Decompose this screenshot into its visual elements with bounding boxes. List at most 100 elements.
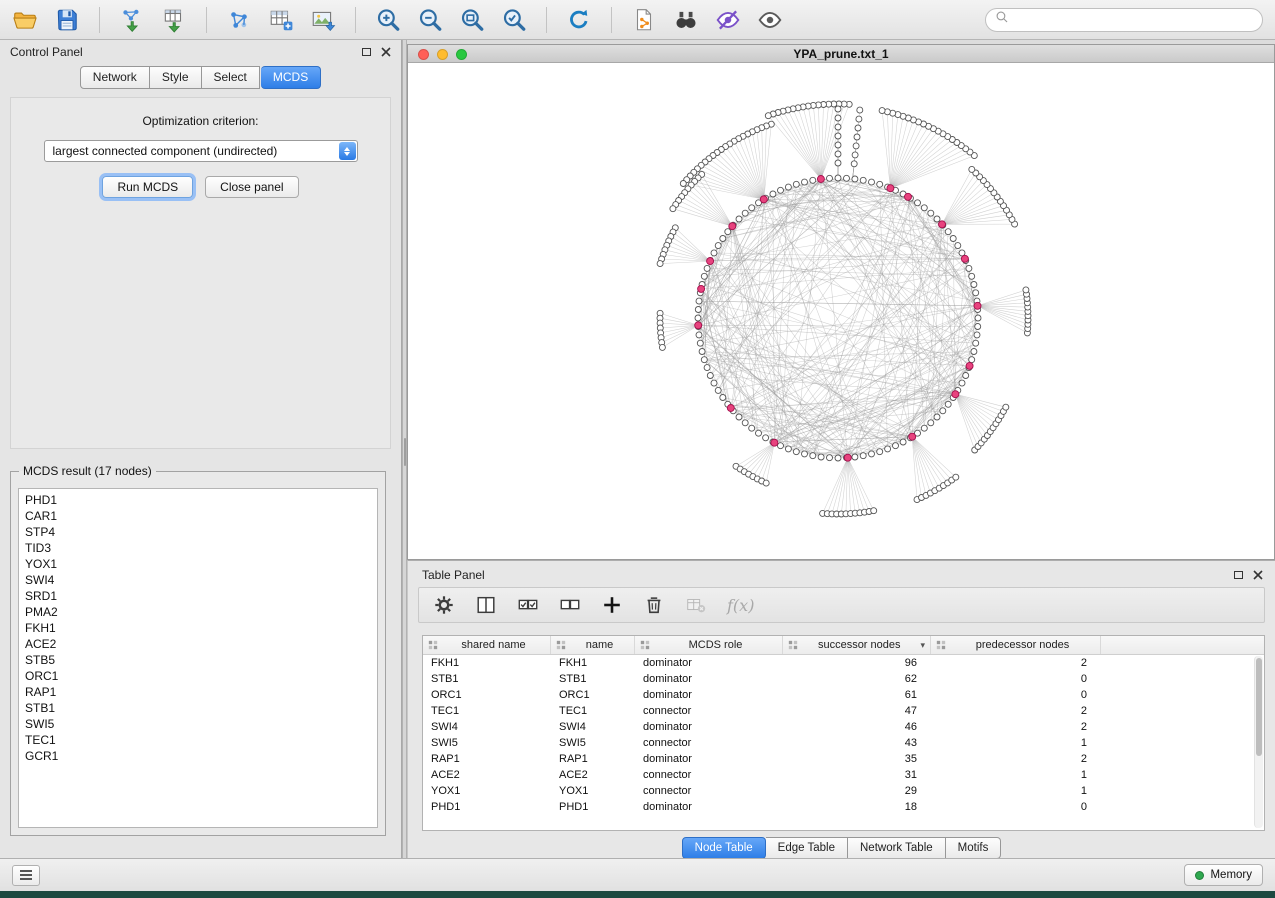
table-row[interactable]: YOX1YOX1connector291 [423, 783, 1264, 799]
table-row[interactable]: STB1STB1dominator620 [423, 671, 1264, 687]
mcds-result-item[interactable]: PHD1 [25, 492, 371, 508]
tab-motifs[interactable]: Motifs [946, 837, 1002, 859]
tab-node-table[interactable]: Node Table [682, 837, 766, 859]
import-table-icon[interactable] [161, 7, 187, 33]
sort-caret-icon: ▾ [920, 640, 925, 651]
tab-mcds[interactable]: MCDS [261, 66, 321, 89]
status-list-button[interactable] [12, 865, 40, 886]
delete-icon[interactable] [643, 594, 665, 616]
zoom-fit-icon[interactable] [459, 7, 485, 33]
mcds-result-item[interactable]: YOX1 [25, 556, 371, 572]
mcds-result-item[interactable]: SWI4 [25, 572, 371, 588]
network-graph[interactable] [408, 63, 1274, 559]
table-row[interactable]: ACE2ACE2connector311 [423, 767, 1264, 783]
close-panel-icon[interactable] [381, 47, 391, 57]
table-row[interactable]: TEC1TEC1connector472 [423, 703, 1264, 719]
mcds-result-item[interactable]: CAR1 [25, 508, 371, 524]
run-mcds-button[interactable]: Run MCDS [102, 176, 193, 198]
minimize-window-icon[interactable] [437, 49, 448, 60]
table-scrollbar[interactable] [1254, 656, 1263, 828]
table-toolbar: f(x) [418, 587, 1265, 623]
scrollbar-handle[interactable] [1256, 658, 1262, 756]
table-clear-icon[interactable] [685, 594, 707, 616]
tab-network[interactable]: Network [80, 66, 150, 89]
deselect-all-icon[interactable] [559, 594, 581, 616]
columns-icon[interactable] [475, 594, 497, 616]
control-panel-tabs: NetworkStyleSelectMCDS [0, 66, 401, 89]
tab-network-table[interactable]: Network Table [848, 837, 946, 859]
select-all-icon[interactable] [517, 594, 539, 616]
mcds-result-item[interactable]: ORC1 [25, 668, 371, 684]
tab-style[interactable]: Style [150, 66, 202, 89]
zoom-out-icon[interactable] [417, 7, 443, 33]
folder-open-icon[interactable] [12, 7, 38, 33]
zoom-in-icon[interactable] [375, 7, 401, 33]
column-header-name[interactable]: name [551, 636, 635, 654]
refresh-icon[interactable] [566, 7, 592, 33]
table-row[interactable]: RAP1RAP1dominator352 [423, 751, 1264, 767]
zoom-selected-icon[interactable] [501, 7, 527, 33]
table-row[interactable]: ORC1ORC1dominator610 [423, 687, 1264, 703]
eye-show-icon[interactable] [757, 7, 783, 33]
optimization-criterion-select[interactable]: largest connected component (undirected) [44, 140, 358, 162]
search-field[interactable] [985, 8, 1263, 32]
float-table-panel-icon[interactable] [1234, 571, 1243, 579]
panel-divider[interactable] [402, 40, 407, 858]
mcds-result-item[interactable]: ACE2 [25, 636, 371, 652]
column-header-successor-nodes[interactable]: successor nodes▾ [783, 636, 931, 654]
save-icon[interactable] [54, 7, 80, 33]
table-export-icon[interactable] [268, 7, 294, 33]
binoculars-icon[interactable] [673, 7, 699, 33]
status-bar: Memory [0, 858, 1275, 891]
tab-edge-table[interactable]: Edge Table [766, 837, 848, 859]
table-cell: ACE2 [551, 769, 635, 781]
network-canvas[interactable] [408, 63, 1274, 559]
mcds-result-item[interactable]: FKH1 [25, 620, 371, 636]
mcds-result-item[interactable]: STP4 [25, 524, 371, 540]
close-table-panel-icon[interactable] [1253, 570, 1263, 580]
mcds-result-item[interactable]: RAP1 [25, 684, 371, 700]
table-row[interactable]: FKH1FKH1dominator962 [423, 655, 1264, 671]
table-row[interactable]: SWI4SWI4dominator462 [423, 719, 1264, 735]
mcds-result-group: MCDS result (17 nodes) PHD1CAR1STP4TID3Y… [10, 464, 386, 836]
add-icon[interactable] [601, 594, 623, 616]
table-cell: SWI4 [551, 721, 635, 733]
table-cell: 43 [783, 737, 931, 749]
column-grid-icon [428, 640, 438, 650]
table-cell: connector [635, 705, 783, 717]
column-header-shared-name[interactable]: shared name [423, 636, 551, 654]
eye-hide-icon[interactable] [715, 7, 741, 33]
table-cell: 0 [931, 673, 1101, 685]
float-panel-icon[interactable] [362, 48, 371, 56]
table-row[interactable]: SWI5SWI5connector431 [423, 735, 1264, 751]
close-window-icon[interactable] [418, 49, 429, 60]
function-builder-icon[interactable]: f(x) [727, 596, 754, 615]
table-row[interactable]: PHD1PHD1dominator180 [423, 799, 1264, 815]
divider-grip[interactable] [404, 438, 407, 466]
mcds-result-item[interactable]: PMA2 [25, 604, 371, 620]
close-panel-button[interactable]: Close panel [205, 176, 298, 198]
tab-select[interactable]: Select [202, 66, 260, 89]
table-panel: Table Panel f(x) shared namenameMCDS rol… [407, 560, 1275, 858]
mcds-result-item[interactable]: GCR1 [25, 748, 371, 764]
column-header-MCDS-role[interactable]: MCDS role [635, 636, 783, 654]
mcds-result-item[interactable]: STB5 [25, 652, 371, 668]
gear-icon[interactable] [433, 594, 455, 616]
import-network-icon[interactable] [119, 7, 145, 33]
table-cell: ORC1 [551, 689, 635, 701]
mcds-result-item[interactable]: SWI5 [25, 716, 371, 732]
image-export-icon[interactable] [310, 7, 336, 33]
mcds-result-item[interactable]: TEC1 [25, 732, 371, 748]
maximize-window-icon[interactable] [456, 49, 467, 60]
doc-share-icon[interactable] [631, 7, 657, 33]
table-body: FKH1FKH1dominator962STB1STB1dominator620… [423, 655, 1264, 815]
mcds-result-item[interactable]: TID3 [25, 540, 371, 556]
mcds-result-item[interactable]: STB1 [25, 700, 371, 716]
column-header-predecessor-nodes[interactable]: predecessor nodes [931, 636, 1101, 654]
mcds-result-list[interactable]: PHD1CAR1STP4TID3YOX1SWI4SRD1PMA2FKH1ACE2… [18, 488, 378, 828]
control-panel: Control Panel NetworkStyleSelectMCDS Opt… [0, 40, 402, 858]
network-share-icon[interactable] [226, 7, 252, 33]
memory-button[interactable]: Memory [1184, 864, 1263, 886]
search-input[interactable] [1014, 13, 1253, 27]
mcds-result-item[interactable]: SRD1 [25, 588, 371, 604]
